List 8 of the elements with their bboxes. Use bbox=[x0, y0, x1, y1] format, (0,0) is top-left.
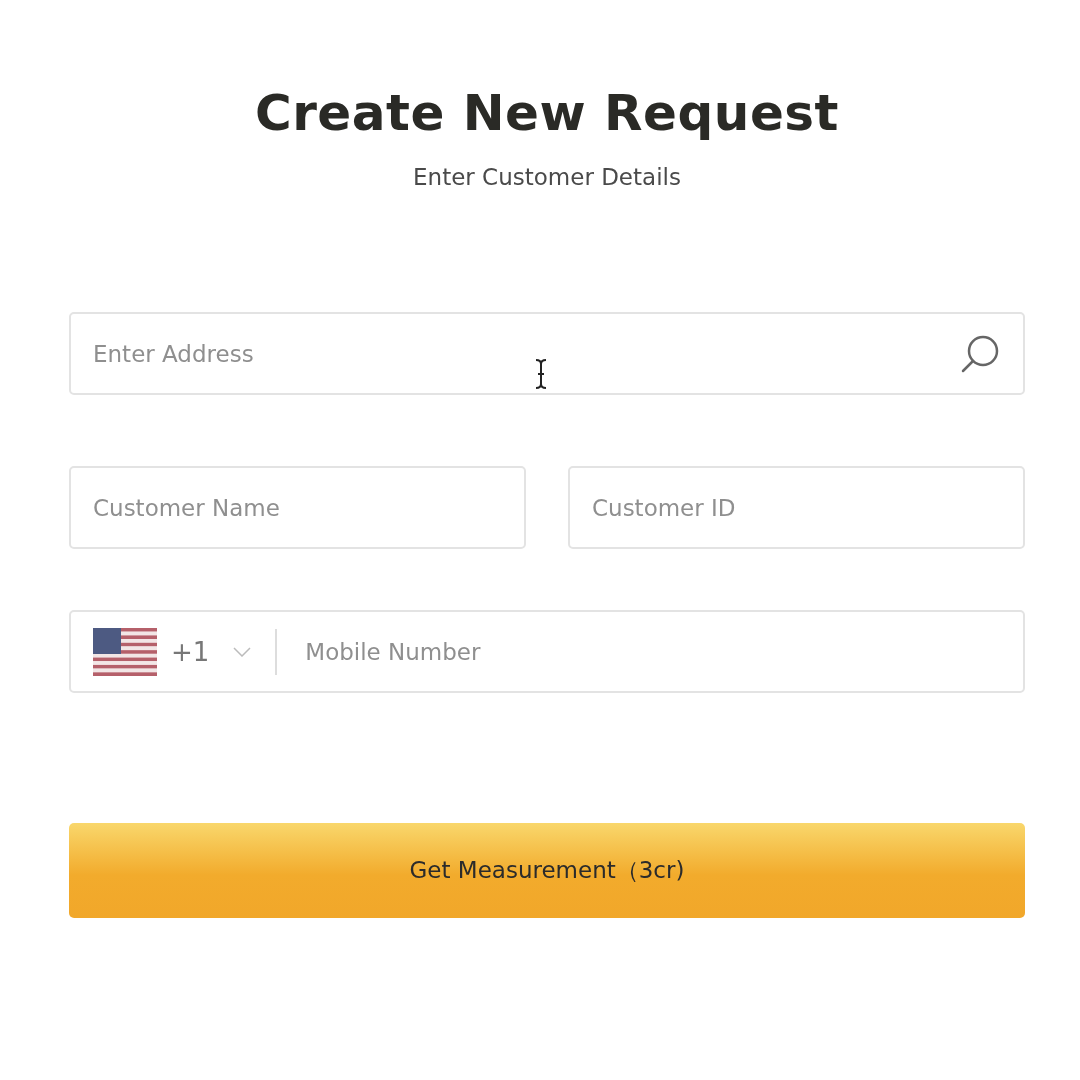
country-code[interactable]: +1 bbox=[171, 636, 210, 667]
get-measurement-button[interactable]: Get Measurement（3cr) bbox=[69, 823, 1025, 918]
mobile-number-input[interactable]: Mobile Number bbox=[305, 612, 1001, 691]
text-cursor-icon bbox=[533, 358, 549, 390]
page-title: Create New Request bbox=[254, 84, 840, 142]
page-subtitle: Enter Customer Details bbox=[412, 164, 682, 190]
phone-field[interactable]: +1 Mobile Number bbox=[69, 610, 1025, 693]
flag-icon bbox=[93, 627, 157, 676]
